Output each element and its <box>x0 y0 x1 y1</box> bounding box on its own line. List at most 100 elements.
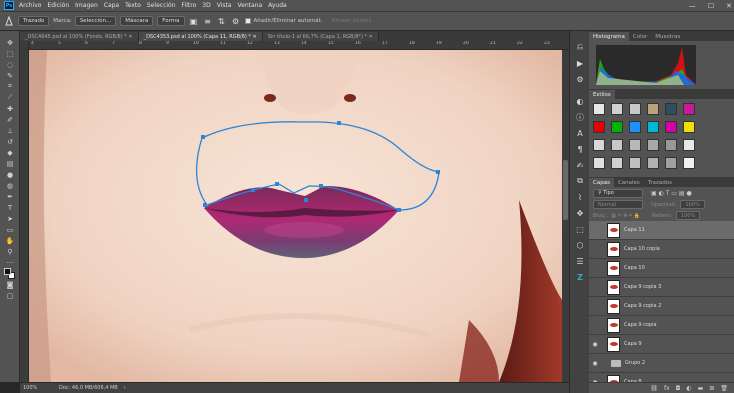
scrollbar-thumb[interactable] <box>563 160 568 220</box>
link-layers-icon[interactable]: ⛓ <box>650 385 658 392</box>
brushes-icon[interactable]: ✍ <box>570 157 590 173</box>
style-swatch[interactable] <box>593 121 605 133</box>
quick-mask-icon[interactable]: ◙ <box>0 279 20 290</box>
fx-icon[interactable]: fx <box>664 385 670 392</box>
gear-icon[interactable]: ⚙ <box>231 16 241 26</box>
tab-capas[interactable]: Capas <box>589 178 614 187</box>
tab-canales[interactable]: Canales <box>614 178 644 187</box>
style-swatch[interactable] <box>683 121 695 133</box>
selection-button[interactable]: Selección... <box>74 16 117 26</box>
actions-icon[interactable]: ▶ <box>570 55 590 71</box>
style-swatch[interactable] <box>647 139 659 151</box>
style-swatch[interactable] <box>629 157 641 169</box>
timeline-icon[interactable]: ☰ <box>570 253 590 269</box>
style-swatch[interactable] <box>611 121 623 133</box>
tab-estilos[interactable]: Estilos <box>589 90 615 99</box>
blend-mode-select[interactable]: Normal <box>593 200 643 209</box>
style-swatch[interactable] <box>593 139 605 151</box>
paragraph-icon[interactable]: ¶ <box>570 141 590 157</box>
history-brush-icon[interactable]: ↺ <box>0 136 20 147</box>
eraser-icon[interactable]: ◆ <box>0 147 20 158</box>
menu-filtro[interactable]: Filtro <box>182 2 197 9</box>
crop-icon[interactable]: ⌗ <box>0 81 20 92</box>
minimize-icon[interactable]: — <box>689 2 696 10</box>
style-swatch[interactable] <box>683 157 695 169</box>
auto-add-delete-checkbox[interactable] <box>244 18 251 24</box>
menu-edicion[interactable]: Edición <box>47 2 69 9</box>
gradient-icon[interactable]: ▤ <box>0 158 20 169</box>
style-swatch[interactable] <box>665 103 677 115</box>
maximize-icon[interactable]: ☐ <box>708 2 714 10</box>
style-swatch[interactable] <box>593 157 605 169</box>
tab-color[interactable]: Color <box>629 32 651 41</box>
style-swatch[interactable] <box>665 157 677 169</box>
tab-trazados[interactable]: Trazados <box>644 178 676 187</box>
tab-dsc4645[interactable]: _DSC4645.psd al 100% (Fondo, RGB/8) * ✕ <box>20 32 139 41</box>
eyedropper-icon[interactable]: ⟋ <box>0 92 20 103</box>
style-swatch[interactable] <box>683 103 695 115</box>
add-mask-icon[interactable]: ◘ <box>676 385 681 392</box>
style-swatch[interactable] <box>665 121 677 133</box>
document-canvas[interactable] <box>29 50 562 382</box>
menu-ventana[interactable]: Ventana <box>237 2 262 9</box>
delete-layer-icon[interactable]: 🗑 <box>720 385 728 392</box>
clone-source-icon[interactable]: ⧉ <box>570 173 590 189</box>
style-swatch[interactable] <box>611 103 623 115</box>
libraries-icon[interactable]: ⬚ <box>570 221 590 237</box>
history-icon[interactable]: ⎌ <box>570 39 590 55</box>
filter-icons[interactable]: ▣ ◐ T ▭ ▤ ● <box>651 190 692 197</box>
style-swatch[interactable] <box>629 103 641 115</box>
close-icon[interactable]: ✕ <box>726 2 732 10</box>
blur-icon[interactable]: ● <box>0 169 20 180</box>
layer-row[interactable]: Capa 9 copia 2 <box>589 297 734 316</box>
status-menu-arrow-icon[interactable]: › <box>124 385 126 391</box>
style-swatch[interactable] <box>611 139 623 151</box>
info-icon[interactable]: ⓘ <box>570 109 590 125</box>
stock-icon[interactable]: Z <box>570 269 590 285</box>
visibility-eye-icon[interactable]: ◉ <box>589 360 601 367</box>
zoom-level[interactable]: 100% <box>23 385 59 391</box>
style-swatch[interactable] <box>647 121 659 133</box>
marquee-icon[interactable]: ⬚ <box>0 48 20 59</box>
stamp-icon[interactable]: ⊥ <box>0 125 20 136</box>
layer-row[interactable]: ◉ Grupo 2 <box>589 354 734 373</box>
menu-3d[interactable]: 3D <box>202 2 210 9</box>
move-icon[interactable]: ✥ <box>0 37 20 48</box>
screen-mode-icon[interactable]: ▢ <box>0 290 20 301</box>
menu-ayuda[interactable]: Ayuda <box>268 2 287 9</box>
tab-dsc4353[interactable]: _DSC4353.psd al 100% (Capa 11, RGB/8) * … <box>138 32 263 41</box>
pen-tool-preset-icon[interactable] <box>4 16 14 26</box>
more-icon[interactable]: ··· <box>0 257 20 268</box>
menu-seleccion[interactable]: Selección <box>147 2 176 9</box>
menu-vista[interactable]: Vista <box>217 2 232 9</box>
shape-button[interactable]: Forma <box>157 16 185 26</box>
quick-select-icon[interactable]: ✎ <box>0 70 20 81</box>
menu-capa[interactable]: Capa <box>104 2 119 9</box>
pen-icon[interactable]: ✒ <box>0 191 20 202</box>
menu-texto[interactable]: Texto <box>125 2 141 9</box>
hand-icon[interactable]: ✋ <box>0 235 20 246</box>
new-layer-icon[interactable]: ⊞ <box>709 385 714 392</box>
adjustment-layer-icon[interactable]: ◐ <box>686 385 691 392</box>
photoshop-logo-icon[interactable]: Ps <box>4 1 14 10</box>
vertical-scrollbar[interactable] <box>562 50 569 382</box>
style-swatch[interactable] <box>647 157 659 169</box>
lock-icons[interactable]: ▦ ✎ ✥ ⌗ 🔒 <box>611 213 640 219</box>
paths-icon[interactable]: ⌇ <box>570 189 590 205</box>
style-swatch[interactable] <box>629 139 641 151</box>
type-icon[interactable]: T <box>0 202 20 213</box>
zoom-icon[interactable]: ⚲ <box>0 246 20 257</box>
layer-row[interactable]: Capa 10 copia <box>589 240 734 259</box>
dodge-icon[interactable]: ◍ <box>0 180 20 191</box>
path-arrangement-icon[interactable]: ⇅ <box>217 16 227 26</box>
tab-histograma[interactable]: Histograma <box>589 32 629 41</box>
brush-icon[interactable]: ✐ <box>0 114 20 125</box>
path-operations-icon[interactable]: ▣ <box>189 16 199 26</box>
character-icon[interactable]: A <box>570 125 590 141</box>
opacity-input[interactable]: 100% <box>680 200 705 209</box>
adjustments-icon[interactable]: ◐ <box>570 93 590 109</box>
healing-icon[interactable]: ✚ <box>0 103 20 114</box>
shape-icon[interactable]: ▭ <box>0 224 20 235</box>
layer-row[interactable]: Capa 9 copia 3 <box>589 278 734 297</box>
tab-sin-titulo[interactable]: Sin título-1 al 66,7% (Capa 1, RGB/8*) *… <box>262 32 379 41</box>
